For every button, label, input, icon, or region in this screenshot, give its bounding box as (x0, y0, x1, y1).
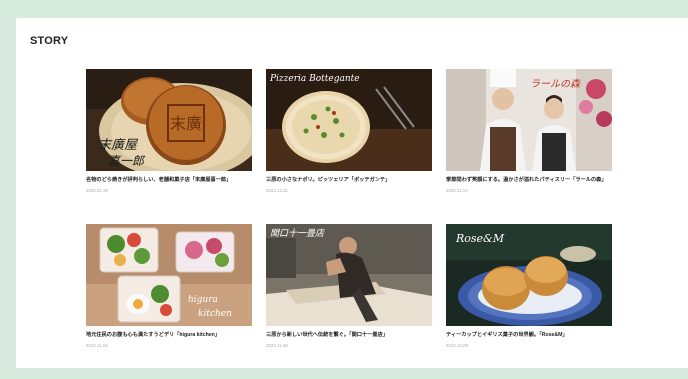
story-date: 2022.11.04 (86, 343, 108, 348)
story-grid: 末廣 末廣屋 喜一郎 名物のどら焼きが評判らしい、老舗和菓子店「末廣屋喜一郎」 … (86, 69, 612, 379)
story-date: 2022.11.08 (266, 343, 288, 348)
svg-text:ラールの森: ラールの森 (530, 78, 581, 90)
story-thumbnail[interactable]: Rose&M (446, 224, 612, 326)
svg-text:喜一郎: 喜一郎 (108, 154, 146, 168)
story-thumbnail[interactable]: Pizzeria Bottegante (266, 69, 432, 171)
story-date: 2022.11.10 (446, 188, 468, 193)
story-thumbnail[interactable]: 関口十一畳店 (266, 224, 432, 326)
story-title[interactable]: ティーカップとイギリス菓子の世界観。「Rose&M」 (446, 332, 612, 339)
story-thumbnail[interactable]: ラールの森 (446, 69, 612, 171)
svg-text:higura: higura (188, 295, 218, 305)
story-title[interactable]: 名物のどら焼きが評判らしい、老舗和菓子店「末廣屋喜一郎」 (86, 177, 252, 184)
story-card[interactable]: ラールの森 季節問わず笑顔にする。温かさが溢れたパティスリー「ラールの森」 20… (446, 69, 612, 224)
story-date: 2022.10.08 (446, 343, 468, 348)
story-title[interactable]: 三原から新しい世代へ伝統を繋ぐ。「関口十一畳店」 (266, 332, 432, 339)
svg-text:Rose&M: Rose&M (455, 232, 505, 245)
story-title[interactable]: 三原の小さなナポリ。ピッツェリア「ボッテガンテ」 (266, 177, 432, 184)
story-panel: STORY 末廣 末廣屋 喜一郎 名物のどら焼きが評判らしい、老舗和菓子店「末廣… (16, 18, 688, 368)
section-heading: STORY (30, 35, 69, 47)
svg-text:kitchen: kitchen (198, 309, 232, 319)
story-title[interactable]: 季節問わず笑顔にする。温かさが溢れたパティスリー「ラールの森」 (446, 177, 612, 184)
story-card[interactable]: Rose&M ティーカップとイギリス菓子の世界観。「Rose&M」 2022.1… (446, 224, 612, 379)
story-card[interactable]: higura kitchen 地元住民のお腹も心も満たすうどデリ「higura … (86, 224, 252, 379)
story-date: 2022.12.21 (266, 188, 288, 193)
svg-text:Pizzeria Bottegante: Pizzeria Bottegante (269, 74, 360, 84)
svg-text:末廣屋: 末廣屋 (98, 138, 139, 153)
story-title[interactable]: 地元住民のお腹も心も満たすうどデリ「higura kitchen」 (86, 332, 252, 339)
svg-text:関口十一畳店: 関口十一畳店 (270, 228, 326, 239)
story-thumbnail[interactable]: 末廣 末廣屋 喜一郎 (86, 69, 252, 171)
story-card[interactable]: 関口十一畳店 三原から新しい世代へ伝統を繋ぐ。「関口十一畳店」 2022.11.… (266, 224, 432, 379)
story-thumbnail[interactable]: higura kitchen (86, 224, 252, 326)
story-date: 2022.02.20 (86, 188, 108, 193)
story-card[interactable]: Pizzeria Bottegante 三原の小さなナポリ。ピッツェリア「ボッテ… (266, 69, 432, 224)
svg-text:末廣: 末廣 (170, 114, 202, 133)
story-card[interactable]: 末廣 末廣屋 喜一郎 名物のどら焼きが評判らしい、老舗和菓子店「末廣屋喜一郎」 … (86, 69, 252, 224)
